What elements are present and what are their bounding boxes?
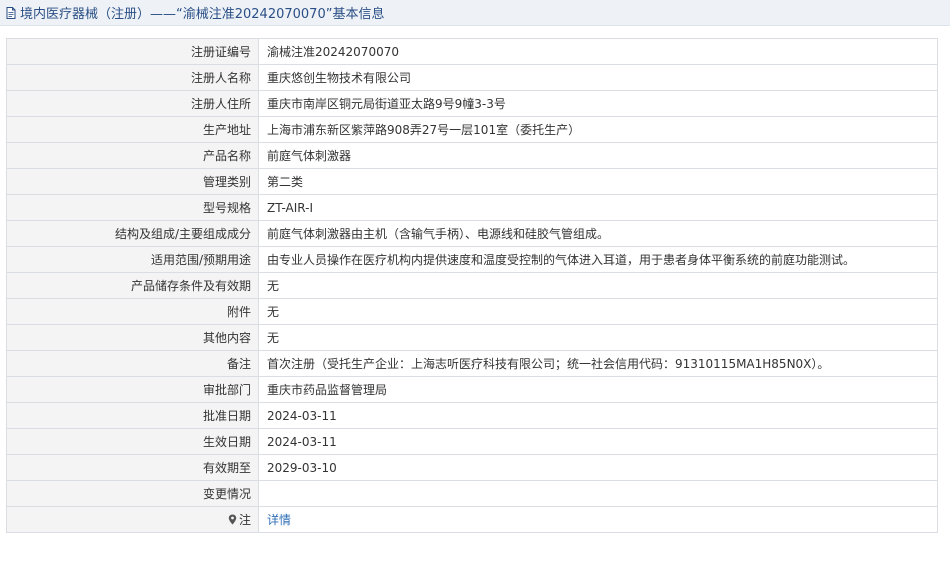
table-row: 注册人名称 重庆悠创生物技术有限公司 [6, 64, 938, 91]
field-value: 前庭气体刺激器 [258, 142, 938, 169]
field-label: 其他内容 [6, 324, 259, 351]
table-row: 生效日期 2024-03-11 [6, 428, 938, 455]
page-header: 境内医疗器械（注册）——“渝械注准20242070070”基本信息 [0, 0, 950, 26]
field-value: ZT-AIR-I [258, 194, 938, 221]
table-row: 产品储存条件及有效期 无 [6, 272, 938, 299]
field-label: 变更情况 [6, 480, 259, 507]
table-row: 变更情况 [6, 480, 938, 507]
field-value: 无 [258, 272, 938, 299]
field-label: 型号规格 [6, 194, 259, 221]
field-label: 注册人住所 [6, 90, 259, 117]
table-row: 产品名称 前庭气体刺激器 [6, 142, 938, 169]
note-value-cell: 详情 [258, 506, 938, 533]
field-label: 批准日期 [6, 402, 259, 429]
note-label-cell: 注 [6, 506, 259, 533]
field-label: 注册人名称 [6, 64, 259, 91]
field-value: 无 [258, 324, 938, 351]
table-row: 其他内容 无 [6, 324, 938, 351]
field-label: 产品储存条件及有效期 [6, 272, 259, 299]
field-value: 重庆市南岸区铜元局街道亚太路9号9幢3-3号 [258, 90, 938, 117]
map-pin-icon [228, 514, 237, 528]
info-table: 注册证编号 渝械注准20242070070 注册人名称 重庆悠创生物技术有限公司… [6, 38, 938, 533]
table-row: 注册证编号 渝械注准20242070070 [6, 38, 938, 65]
note-row: 注 详情 [6, 506, 938, 533]
field-value: 2029-03-10 [258, 454, 938, 481]
table-row: 注册人住所 重庆市南岸区铜元局街道亚太路9号9幢3-3号 [6, 90, 938, 117]
field-value: 第二类 [258, 168, 938, 195]
note-label: 注 [238, 513, 251, 527]
table-row: 批准日期 2024-03-11 [6, 402, 938, 429]
field-label: 生产地址 [6, 116, 259, 143]
table-row: 附件 无 [6, 298, 938, 325]
page-title: 境内医疗器械（注册）——“渝械注准20242070070”基本信息 [20, 7, 385, 22]
table-row: 有效期至 2029-03-10 [6, 454, 938, 481]
field-label: 结构及组成/主要组成成分 [6, 220, 259, 247]
field-value: 前庭气体刺激器由主机（含输气手柄）、电源线和硅胶气管组成。 [258, 220, 938, 247]
field-value: 由专业人员操作在医疗机构内提供速度和温度受控制的气体进入耳道，用于患者身体平衡系… [258, 246, 938, 273]
field-label: 管理类别 [6, 168, 259, 195]
field-value: 首次注册（受托生产企业：上海志听医疗科技有限公司；统一社会信用代码：913101… [258, 350, 938, 377]
table-row: 备注 首次注册（受托生产企业：上海志听医疗科技有限公司；统一社会信用代码：913… [6, 350, 938, 377]
field-value: 重庆市药品监督管理局 [258, 376, 938, 403]
document-icon [4, 6, 18, 20]
table-row: 生产地址 上海市浦东新区紫萍路908弄27号一层101室（委托生产） [6, 116, 938, 143]
field-value: 2024-03-11 [258, 402, 938, 429]
field-value: 渝械注准20242070070 [258, 38, 938, 65]
table-row: 管理类别 第二类 [6, 168, 938, 195]
field-label: 审批部门 [6, 376, 259, 403]
field-label: 适用范围/预期用途 [6, 246, 259, 273]
field-value: 上海市浦东新区紫萍路908弄27号一层101室（委托生产） [258, 116, 938, 143]
table-row: 结构及组成/主要组成成分 前庭气体刺激器由主机（含输气手柄）、电源线和硅胶气管组… [6, 220, 938, 247]
field-label: 备注 [6, 350, 259, 377]
field-label: 有效期至 [6, 454, 259, 481]
table-row: 适用范围/预期用途 由专业人员操作在医疗机构内提供速度和温度受控制的气体进入耳道… [6, 246, 938, 273]
table-row: 审批部门 重庆市药品监督管理局 [6, 376, 938, 403]
field-value: 无 [258, 298, 938, 325]
table-row: 型号规格 ZT-AIR-I [6, 194, 938, 221]
details-link[interactable]: 详情 [267, 513, 291, 527]
field-value: 2024-03-11 [258, 428, 938, 455]
field-value [258, 480, 938, 507]
field-label: 产品名称 [6, 142, 259, 169]
field-label: 生效日期 [6, 428, 259, 455]
field-label: 附件 [6, 298, 259, 325]
field-label: 注册证编号 [6, 38, 259, 65]
field-value: 重庆悠创生物技术有限公司 [258, 64, 938, 91]
